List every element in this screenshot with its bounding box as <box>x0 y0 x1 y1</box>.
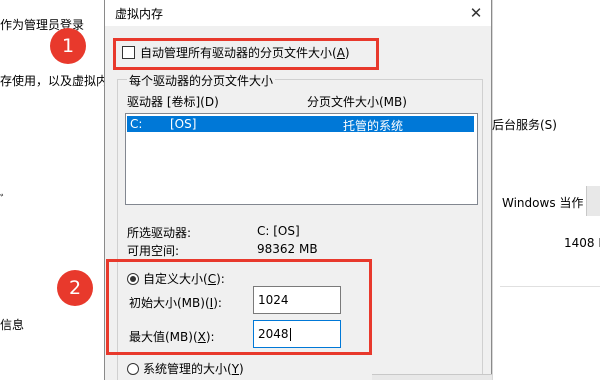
bg-text-service: 后台服务(S) <box>492 118 557 132</box>
drive-paging-size: 托管的系统 <box>343 119 404 133</box>
drive-label: [OS] <box>170 117 197 131</box>
drive-list[interactable]: C: [OS] 托管的系统 <box>125 113 478 205</box>
bg-text-info: 信息 <box>0 318 25 332</box>
highlight-box-custom-size <box>106 259 372 355</box>
paging-size-column-header: 分页文件大小(MB) <box>307 95 407 109</box>
system-managed-label: 系统管理的大小(Y) <box>143 362 244 376</box>
bg-text-memory: 存使用，以及虚拟内 <box>0 74 109 88</box>
step-badge-1: 1 <box>50 28 86 64</box>
bg-text-size: 1408 M <box>564 236 600 250</box>
dialog-bottom-edge <box>372 374 492 380</box>
title-bar: 虚拟内存 ✕ <box>105 0 491 26</box>
screenshot: 作为管理员登录 存使用，以及虚拟内 ﾞ 信息 后台服务(S) Windows 当… <box>0 0 600 380</box>
bg-divider <box>500 286 600 287</box>
highlight-box-auto-manage <box>113 38 379 70</box>
selected-drive-label: 所选驱动器: <box>127 226 192 240</box>
dialog-title: 虚拟内存 <box>115 7 164 21</box>
background-window-right: 后台服务(S) Windows 当作 RA 1408 M <box>492 0 600 380</box>
bg-scrollbar[interactable] <box>586 186 600 216</box>
drive-column-header: 驱动器 [卷标](D) <box>127 95 219 109</box>
bg-window-edge <box>492 0 493 380</box>
background-window-left: 作为管理员登录 存使用，以及虚拟内 ﾞ 信息 <box>0 0 108 380</box>
drive-letter: C: <box>130 117 143 131</box>
free-space-value: 98362 MB <box>257 242 318 256</box>
selected-drive-value: C: [OS] <box>257 224 300 238</box>
free-space-label: 可用空间: <box>127 244 180 258</box>
system-managed-radio-row[interactable]: 系统管理的大小(Y) <box>127 360 244 377</box>
step-badge-2: 2 <box>57 270 93 306</box>
drive-row-selected[interactable]: C: [OS] 托管的系统 <box>127 116 474 133</box>
system-managed-radio[interactable] <box>127 362 139 375</box>
paging-group-label: 每个驱动器的分页文件大小 <box>127 72 276 89</box>
bg-text-fragment: ﾞ <box>0 193 7 207</box>
close-icon[interactable]: ✕ <box>461 0 491 26</box>
